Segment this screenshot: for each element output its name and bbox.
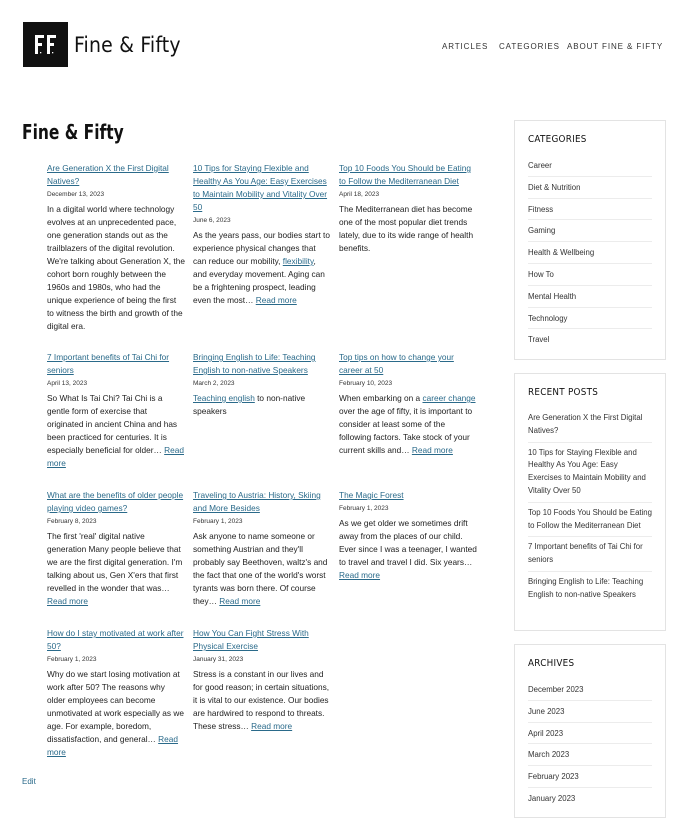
category-item[interactable]: Technology [528,308,652,330]
post-date: December 13, 2023 [47,191,105,198]
archive-item[interactable]: March 2023 [528,744,652,767]
post-card: Top 10 Foods You Should be Eating to Fol… [339,162,477,255]
post-card: Are Generation X the First Digital Nativ… [47,162,185,333]
post-date: February 8, 2023 [47,518,97,525]
post-excerpt: The Mediterranean diet has become one of… [339,203,477,255]
nav-articles[interactable]: ARTICLES [442,42,488,51]
post-card: The Magic Forest February 1, 2023 As we … [339,489,477,582]
archive-item[interactable]: January 2023 [528,788,652,810]
post-card: Top tips on how to change your career at… [339,351,477,457]
recent-posts-widget: RECENT POSTS Are Generation X the First … [514,373,666,631]
post-excerpt: So What Is Tai Chi? Tai Chi is a gentle … [47,392,185,470]
post-date: April 18, 2023 [339,191,380,198]
post-title-link[interactable]: 10 Tips for Staying Flexible and Healthy… [193,162,331,214]
archives-list: December 2023 June 2023 April 2023 March… [528,679,652,810]
post-title-link[interactable]: Are Generation X the First Digital Nativ… [47,162,185,188]
excerpt-text: Why do we start losing motivation at wor… [47,669,184,744]
recent-post-item[interactable]: 10 Tips for Staying Flexible and Healthy… [528,443,652,503]
recent-post-item[interactable]: Are Generation X the First Digital Nativ… [528,408,652,443]
post-excerpt: Stress is a constant in our lives and fo… [193,668,331,733]
post-title-link[interactable]: Top tips on how to change your career at… [339,351,477,377]
post-excerpt: As the years pass, our bodies start to e… [193,229,331,307]
read-more-link[interactable]: Read more [219,596,260,606]
post-card: 7 Important benefits of Tai Chi for seni… [47,351,185,470]
post-date: June 6, 2023 [193,217,231,224]
widget-heading: CATEGORIES [528,134,587,145]
post-date: March 2, 2023 [193,380,235,387]
post-card: 10 Tips for Staying Flexible and Healthy… [193,162,331,307]
post-excerpt: Teaching english to non-native speakers [193,392,331,418]
nav-about[interactable]: ABOUT FINE & FIFTY [567,42,663,51]
category-item[interactable]: Diet & Nutrition [528,177,652,199]
post-title-link[interactable]: Traveling to Austria: History, Skiing an… [193,489,331,515]
site-logo[interactable] [23,22,68,67]
excerpt-text: So What Is Tai Chi? Tai Chi is a gentle … [47,393,178,455]
excerpt-text: As we get older we sometimes drift away … [339,518,477,567]
category-item[interactable]: Fitness [528,199,652,221]
archive-item[interactable]: December 2023 [528,679,652,701]
archive-item[interactable]: June 2023 [528,701,652,723]
categories-widget: CATEGORIES Career Diet & Nutrition Fitne… [514,120,666,360]
post-title-link[interactable]: Top 10 Foods You Should be Eating to Fol… [339,162,477,188]
excerpt-text: The first 'real' digital native generati… [47,531,183,593]
read-more-link[interactable]: Read more [339,570,380,580]
post-title-link[interactable]: 7 Important benefits of Tai Chi for seni… [47,351,185,377]
post-excerpt: As we get older we sometimes drift away … [339,517,477,582]
post-excerpt: Why do we start losing motivation at wor… [47,668,185,759]
nav-categories[interactable]: CATEGORIES [499,42,560,51]
post-card: How You Can Fight Stress With Physical E… [193,627,331,733]
excerpt-inline-link[interactable]: flexibility [283,256,314,266]
category-item[interactable]: How To [528,264,652,286]
post-date: February 10, 2023 [339,380,393,387]
post-title-link[interactable]: How You Can Fight Stress With Physical E… [193,627,331,653]
recent-post-item[interactable]: Bringing English to Life: Teaching Engli… [528,572,652,606]
recent-posts-list: Are Generation X the First Digital Nativ… [528,408,652,606]
ff-logo-icon [34,34,56,54]
archives-widget: ARCHIVES December 2023 June 2023 April 2… [514,644,666,818]
edit-link[interactable]: Edit [22,777,36,786]
post-card: Traveling to Austria: History, Skiing an… [193,489,331,608]
category-item[interactable]: Mental Health [528,286,652,308]
category-item[interactable]: Health & Wellbeing [528,242,652,264]
category-item[interactable]: Travel [528,329,652,351]
recent-post-item[interactable]: 7 Important benefits of Tai Chi for seni… [528,537,652,572]
categories-list: Career Diet & Nutrition Fitness Gaming H… [528,155,652,351]
post-excerpt: When embarking on a career change over t… [339,392,477,457]
archive-item[interactable]: April 2023 [528,723,652,745]
post-date: February 1, 2023 [47,656,97,663]
post-date: February 1, 2023 [339,505,389,512]
post-excerpt: The first 'real' digital native generati… [47,530,185,608]
post-title-link[interactable]: What are the benefits of older people pl… [47,489,185,515]
read-more-link[interactable]: Read more [412,445,453,455]
read-more-link[interactable]: Read more [47,596,88,606]
category-item[interactable]: Gaming [528,220,652,243]
widget-heading: ARCHIVES [528,658,575,669]
excerpt-inline-link[interactable]: career change [422,393,475,403]
excerpt-text: Ask anyone to name someone or something … [193,531,328,606]
excerpt-text: When embarking on a [339,393,423,403]
post-date: April 13, 2023 [47,380,88,387]
post-title-link[interactable]: The Magic Forest [339,489,477,502]
post-card: Bringing English to Life: Teaching Engli… [193,351,331,418]
site-title[interactable]: Fine & Fifty [74,33,181,57]
recent-post-item[interactable]: Top 10 Foods You Should be Eating to Fol… [528,503,652,538]
post-card: What are the benefits of older people pl… [47,489,185,608]
excerpt-inline-link[interactable]: Teaching english [193,393,255,403]
excerpt-text: The Mediterranean diet has become one of… [339,204,474,253]
page-title: Fine & Fifty [22,120,124,144]
excerpt-text: In a digital world where technology evol… [47,204,185,331]
post-card: How do I stay motivated at work after 50… [47,627,185,759]
archive-item[interactable]: February 2023 [528,766,652,788]
category-item[interactable]: Career [528,155,652,177]
post-title-link[interactable]: Bringing English to Life: Teaching Engli… [193,351,331,377]
post-date: February 1, 2023 [193,518,243,525]
post-date: January 31, 2023 [193,656,244,663]
widget-heading: RECENT POSTS [528,387,599,398]
read-more-link[interactable]: Read more [251,721,292,731]
post-excerpt: Ask anyone to name someone or something … [193,530,331,608]
post-excerpt: In a digital world where technology evol… [47,203,185,333]
read-more-link[interactable]: Read more [256,295,297,305]
post-title-link[interactable]: How do I stay motivated at work after 50… [47,627,185,653]
